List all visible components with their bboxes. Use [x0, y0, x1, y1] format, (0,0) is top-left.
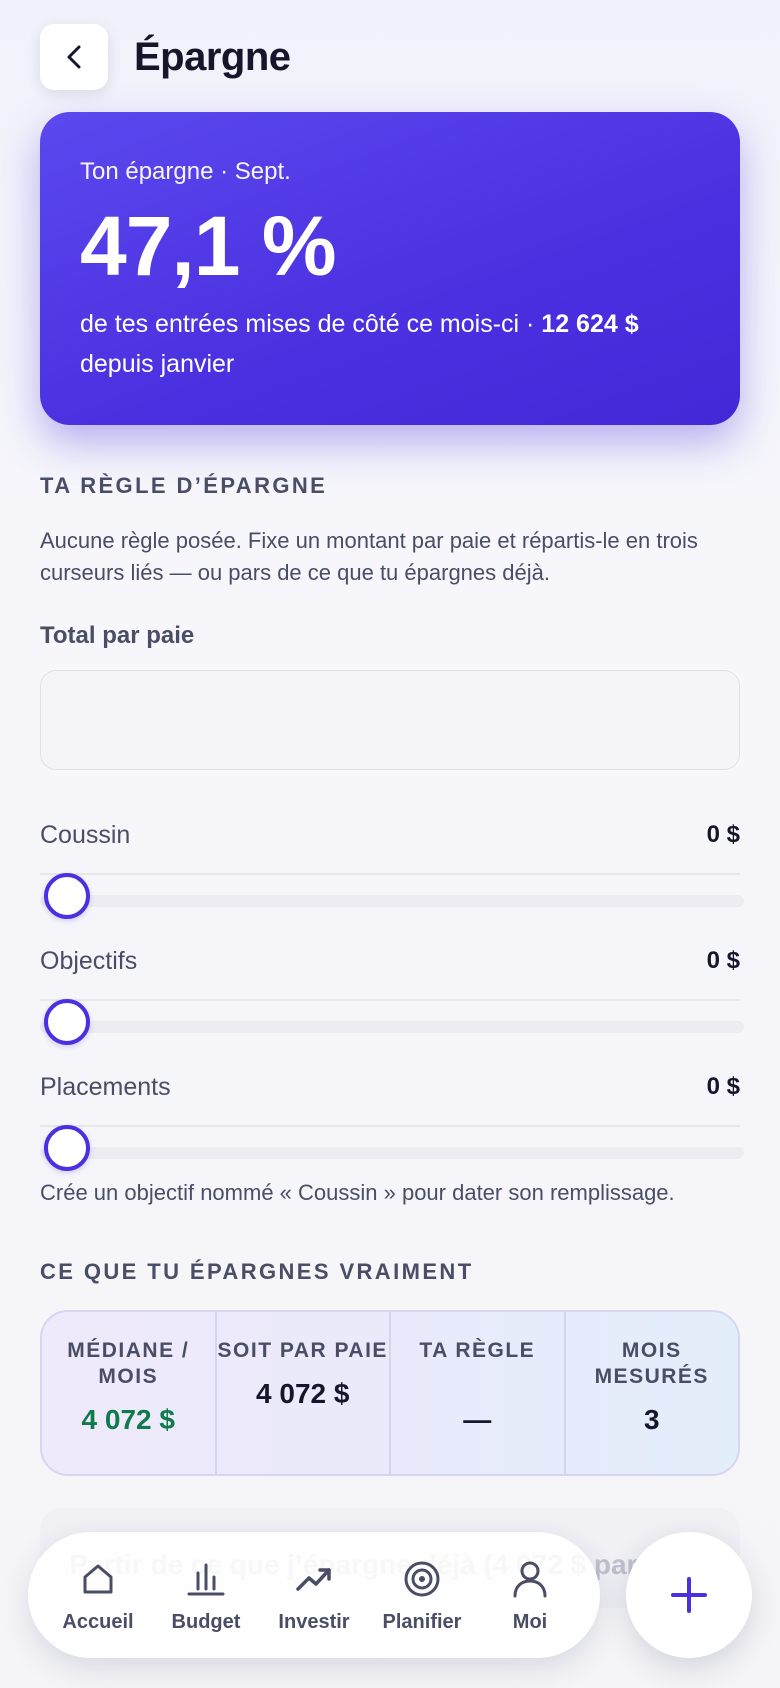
- bar-chart-icon: [187, 1563, 225, 1595]
- slider-value: 0 $: [706, 821, 740, 848]
- slider-value: 0 $: [706, 947, 740, 974]
- stat-median: MÉDIANE / MOIS 4 072 $: [42, 1312, 217, 1474]
- stat-value: 4 072 $: [81, 1404, 175, 1435]
- nav-item-planifier[interactable]: Planifier: [372, 1557, 472, 1634]
- slider-track[interactable]: [40, 1021, 744, 1033]
- slider-track[interactable]: [40, 895, 744, 907]
- nav-label: Investir: [278, 1610, 350, 1633]
- slider-objectifs: Objectifs 0 $: [40, 941, 744, 1061]
- total-per-pay-input[interactable]: [40, 670, 740, 770]
- stat-value: 4 072 $: [256, 1378, 350, 1409]
- header: Épargne: [40, 24, 291, 90]
- hero-label: Ton épargne · Sept.: [80, 158, 291, 185]
- hero-subtitle: de tes entrées mises de côté ce mois-ci …: [80, 304, 700, 384]
- slider-value: 0 $: [706, 1073, 740, 1100]
- stat-label: TA RÈGLE: [419, 1339, 536, 1362]
- slider-track[interactable]: [40, 1147, 744, 1159]
- nav-item-budget[interactable]: Budget: [156, 1557, 256, 1634]
- home-icon: [83, 1564, 113, 1593]
- total-label: Total par paie: [40, 622, 195, 649]
- hero-value: 47,1 %: [80, 199, 337, 293]
- nav-label: Moi: [512, 1610, 548, 1633]
- target-icon: [404, 1561, 440, 1596]
- nav-item-moi[interactable]: Moi: [480, 1557, 580, 1634]
- nav-item-investir[interactable]: Investir: [264, 1557, 364, 1634]
- rule-intro: Aucune règle posée. Fixe un montant par …: [40, 528, 698, 585]
- trend-up-icon: [296, 1567, 331, 1591]
- stat-months-measured: MOIS MESURÉS 3: [566, 1312, 739, 1474]
- slider-thumb[interactable]: [44, 999, 90, 1045]
- stat-label: SOIT PAR PAIE: [217, 1339, 388, 1362]
- slider-label: Objectifs: [40, 946, 138, 975]
- stat-label: MÉDIANE / MOIS: [67, 1339, 190, 1388]
- slider-coussin: Coussin 0 $: [40, 815, 744, 935]
- chevron-left-icon: [67, 45, 81, 69]
- stat-rule: TA RÈGLE —: [391, 1312, 566, 1474]
- savings-hero-card: Ton épargne · Sept. 47,1 % de tes entrée…: [40, 112, 740, 425]
- hero-sub-tail: depuis janvier: [80, 350, 235, 378]
- nav-label: Accueil: [62, 1610, 134, 1633]
- stat-value: 3: [643, 1404, 660, 1435]
- hero-sub-text: de tes entrées mises de côté ce mois-ci …: [80, 310, 542, 338]
- slider-placements: Placements 0 $: [40, 1067, 744, 1187]
- rule-hint: Crée un objectif nommé « Coussin » pour …: [40, 1180, 675, 1205]
- user-icon: [513, 1561, 547, 1597]
- slider-label: Coussin: [40, 820, 131, 849]
- stat-label: MOIS MESURÉS: [594, 1339, 709, 1388]
- back-button[interactable]: [40, 24, 108, 90]
- slider-thumb[interactable]: [44, 1125, 90, 1171]
- nav-label: Planifier: [382, 1610, 462, 1633]
- bottom-nav: Accueil Budget Investir Planifier Moi: [28, 1532, 600, 1658]
- rule-section-title: TA RÈGLE D’ÉPARGNE: [40, 473, 328, 498]
- plus-icon: [671, 1577, 707, 1613]
- stat-per-pay: SOIT PAR PAIE 4 072 $: [217, 1312, 391, 1474]
- actual-section-title: CE QUE TU ÉPARGNES VRAIMENT: [40, 1259, 474, 1284]
- stat-value: —: [463, 1404, 492, 1435]
- page-title: Épargne: [134, 34, 291, 79]
- nav-label: Budget: [171, 1610, 241, 1633]
- hero-sub-amount: 12 624 $: [541, 310, 639, 338]
- slider-thumb[interactable]: [44, 873, 90, 919]
- actual-stats-card: MÉDIANE / MOIS 4 072 $ SOIT PAR PAIE 4 0…: [40, 1310, 740, 1476]
- nav-item-accueil[interactable]: Accueil: [48, 1557, 148, 1634]
- add-button[interactable]: [626, 1532, 752, 1658]
- slider-label: Placements: [40, 1072, 171, 1101]
